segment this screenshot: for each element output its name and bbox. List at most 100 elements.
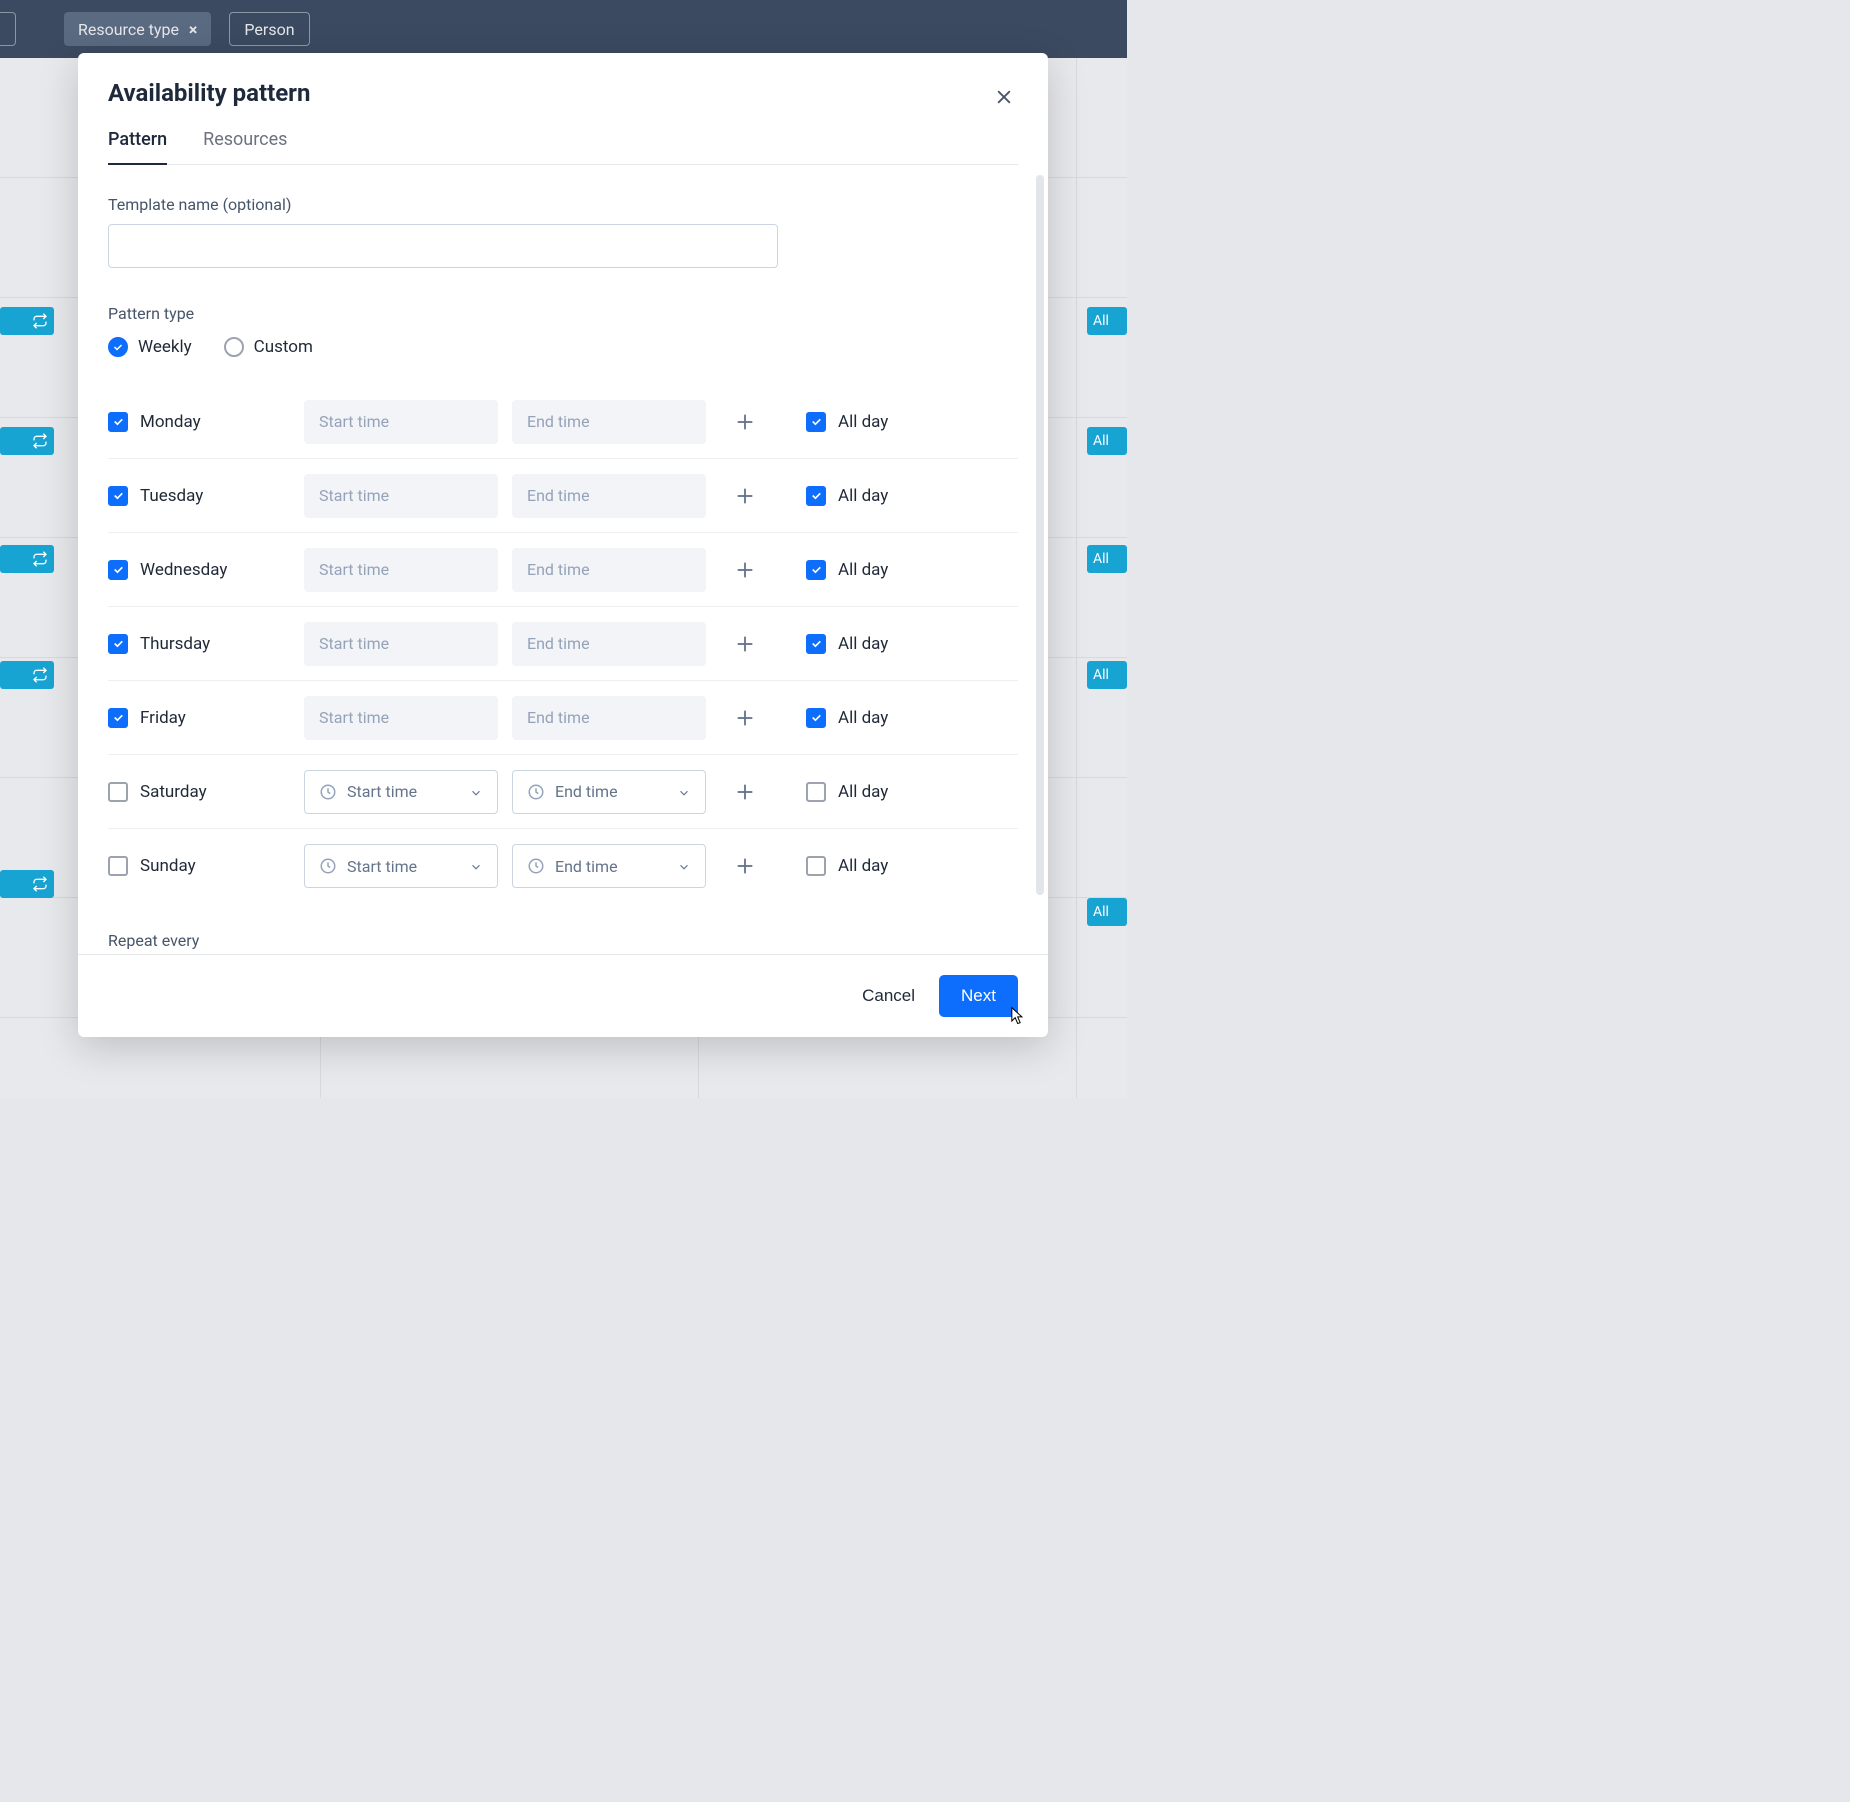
all-day-checkbox[interactable]: All day bbox=[806, 782, 888, 802]
template-name-input[interactable] bbox=[108, 224, 778, 268]
day-checkbox[interactable]: Wednesday bbox=[108, 560, 304, 580]
add-time-range-button[interactable] bbox=[731, 556, 759, 584]
start-time-input[interactable]: Start time bbox=[304, 844, 498, 888]
all-day-label: All day bbox=[838, 708, 888, 728]
all-day-checkbox[interactable]: All day bbox=[806, 708, 888, 728]
event-pill-right: All bbox=[1087, 427, 1127, 455]
modal-footer: Cancel Next bbox=[78, 954, 1048, 1037]
placeholder: Start time bbox=[319, 634, 389, 653]
day-checkbox[interactable]: Tuesday bbox=[108, 486, 304, 506]
start-time-input: Start time bbox=[304, 474, 498, 518]
all-day-label: All day bbox=[838, 412, 888, 432]
all-day-label: All day bbox=[838, 486, 888, 506]
end-time-input[interactable]: End time bbox=[512, 844, 706, 888]
repeat-icon bbox=[32, 551, 48, 567]
event-pill bbox=[0, 307, 54, 335]
clock-icon bbox=[527, 783, 545, 801]
add-time-range-button[interactable] bbox=[731, 630, 759, 658]
placeholder: Start time bbox=[347, 857, 417, 876]
cancel-button[interactable]: Cancel bbox=[862, 986, 915, 1006]
filter-chip-label: Person bbox=[244, 20, 294, 39]
placeholder: End time bbox=[527, 708, 590, 727]
repeat-icon bbox=[32, 876, 48, 892]
repeat-icon bbox=[32, 433, 48, 449]
start-time-input: Start time bbox=[304, 696, 498, 740]
placeholder: End time bbox=[527, 560, 590, 579]
all-day-checkbox[interactable]: All day bbox=[806, 856, 888, 876]
filter-chip-person[interactable]: Person bbox=[229, 12, 309, 46]
all-day-checkbox[interactable]: All day bbox=[806, 560, 888, 580]
add-time-range-button[interactable] bbox=[731, 778, 759, 806]
day-name: Sunday bbox=[140, 856, 196, 876]
all-day-label: All day bbox=[838, 782, 888, 802]
clock-icon bbox=[319, 857, 337, 875]
add-time-range-button[interactable] bbox=[731, 408, 759, 436]
day-checkbox[interactable]: Thursday bbox=[108, 634, 304, 654]
end-time-input: End time bbox=[512, 548, 706, 592]
filter-chip-label: Resource type bbox=[78, 20, 179, 39]
day-name: Thursday bbox=[140, 634, 210, 654]
close-button[interactable] bbox=[990, 83, 1018, 111]
placeholder: End time bbox=[527, 486, 590, 505]
app-top-bar: Resource type × Person bbox=[0, 0, 1127, 58]
template-name-label: Template name (optional) bbox=[108, 195, 1018, 214]
clock-icon bbox=[319, 783, 337, 801]
add-time-range-button[interactable] bbox=[731, 852, 759, 880]
all-day-checkbox[interactable]: All day bbox=[806, 486, 888, 506]
placeholder: Start time bbox=[319, 486, 389, 505]
add-time-range-button[interactable] bbox=[731, 482, 759, 510]
day-row: Sunday Start time End time All day bbox=[108, 829, 1018, 903]
modal-tabs: Pattern Resources bbox=[108, 129, 1018, 165]
start-time-input: Start time bbox=[304, 400, 498, 444]
repeat-icon bbox=[32, 313, 48, 329]
chevron-down-icon bbox=[677, 859, 691, 873]
day-row: Thursday Start time End time All day bbox=[108, 607, 1018, 681]
tab-resources[interactable]: Resources bbox=[203, 129, 287, 164]
all-day-label: All day bbox=[838, 560, 888, 580]
radio-weekly[interactable]: Weekly bbox=[108, 337, 192, 357]
chevron-down-icon bbox=[677, 785, 691, 799]
placeholder: End time bbox=[555, 782, 618, 801]
radio-label: Custom bbox=[254, 337, 313, 357]
placeholder: End time bbox=[555, 857, 618, 876]
filter-chip-resource-type[interactable]: Resource type × bbox=[64, 12, 211, 46]
day-row: Friday Start time End time All day bbox=[108, 681, 1018, 755]
end-time-input: End time bbox=[512, 474, 706, 518]
filter-chip-edge bbox=[0, 12, 16, 46]
end-time-input[interactable]: End time bbox=[512, 770, 706, 814]
day-row: Tuesday Start time End time All day bbox=[108, 459, 1018, 533]
chevron-down-icon bbox=[469, 785, 483, 799]
day-name: Monday bbox=[140, 412, 201, 432]
all-day-checkbox[interactable]: All day bbox=[806, 412, 888, 432]
scrollbar[interactable] bbox=[1036, 175, 1044, 895]
start-time-input: Start time bbox=[304, 548, 498, 592]
end-time-input: End time bbox=[512, 400, 706, 444]
day-name: Friday bbox=[140, 708, 186, 728]
end-time-input: End time bbox=[512, 622, 706, 666]
radio-custom[interactable]: Custom bbox=[224, 337, 313, 357]
day-checkbox[interactable]: Sunday bbox=[108, 856, 304, 876]
event-pill bbox=[0, 870, 54, 898]
placeholder: End time bbox=[527, 634, 590, 653]
radio-label: Weekly bbox=[138, 337, 192, 357]
all-day-label: All day bbox=[838, 634, 888, 654]
day-checkbox[interactable]: Saturday bbox=[108, 782, 304, 802]
start-time-input[interactable]: Start time bbox=[304, 770, 498, 814]
placeholder: Start time bbox=[347, 782, 417, 801]
tab-pattern[interactable]: Pattern bbox=[108, 129, 167, 164]
day-name: Saturday bbox=[140, 782, 207, 802]
repeat-every-label: Repeat every bbox=[108, 931, 1018, 950]
next-button[interactable]: Next bbox=[939, 975, 1018, 1017]
add-time-range-button[interactable] bbox=[731, 704, 759, 732]
event-pill-right: All bbox=[1087, 545, 1127, 573]
placeholder: End time bbox=[527, 412, 590, 431]
event-pill-right: All bbox=[1087, 898, 1127, 926]
placeholder: Start time bbox=[319, 708, 389, 727]
day-row: WednesdayStart time End time All day bbox=[108, 533, 1018, 607]
day-row: Saturday Start time End time All day bbox=[108, 755, 1018, 829]
all-day-checkbox[interactable]: All day bbox=[806, 634, 888, 654]
chevron-down-icon bbox=[469, 859, 483, 873]
day-checkbox[interactable]: Friday bbox=[108, 708, 304, 728]
end-time-input: End time bbox=[512, 696, 706, 740]
day-checkbox[interactable]: Monday bbox=[108, 412, 304, 432]
